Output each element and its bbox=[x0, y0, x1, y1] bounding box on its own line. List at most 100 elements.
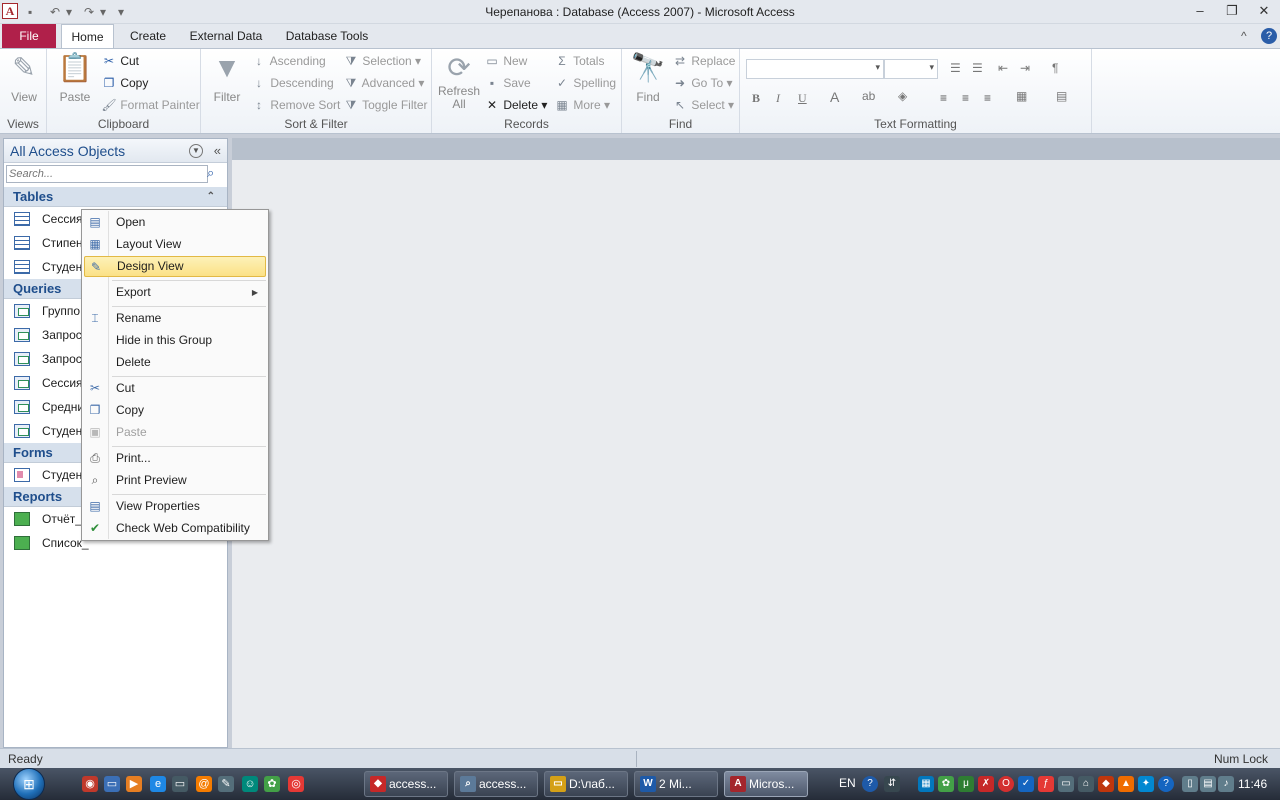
menu-item-export[interactable]: Export ▶ bbox=[84, 282, 266, 303]
new-record-button[interactable]: ▭ New bbox=[484, 51, 527, 71]
increase-indent-icon[interactable]: ⇥ bbox=[1020, 61, 1030, 75]
network-tray-icon[interactable]: ▦ bbox=[918, 776, 934, 792]
cut-button[interactable]: ✂ Cut bbox=[101, 51, 139, 71]
filter-button[interactable]: ▼ Filter bbox=[209, 51, 245, 104]
mail-icon[interactable]: @ bbox=[196, 776, 212, 792]
menu-item-cut[interactable]: ✂ Cut bbox=[84, 378, 266, 399]
tray-app-icon-8[interactable]: ▯ bbox=[1182, 776, 1198, 792]
underline-button[interactable]: U bbox=[798, 91, 807, 106]
delete-record-button[interactable]: ✕ Delete ▾ bbox=[484, 95, 547, 115]
bullets-icon[interactable]: ☰ bbox=[950, 61, 961, 75]
bluetooth-tray-icon[interactable]: ✦ bbox=[1138, 776, 1154, 792]
tray-app-icon[interactable]: ✗ bbox=[978, 776, 994, 792]
more-button[interactable]: ▦ More ▾ bbox=[554, 95, 610, 115]
menu-item-view-properties[interactable]: ▤ View Properties bbox=[84, 496, 266, 517]
chrome-icon[interactable]: ◎ bbox=[288, 776, 304, 792]
taskbar-button-folder[interactable]: ▭ D:\лаб... bbox=[544, 771, 628, 797]
goto-button[interactable]: ➜ Go To ▾ bbox=[672, 73, 733, 93]
toggle-filter-button[interactable]: ⧩ Toggle Filter bbox=[343, 95, 428, 115]
menu-item-design-view[interactable]: ✎ Design View bbox=[84, 256, 266, 277]
notepad-icon[interactable]: ✎ bbox=[218, 776, 234, 792]
font-color-icon[interactable]: A bbox=[830, 89, 839, 105]
tray-app-icon-7[interactable]: ? bbox=[1158, 776, 1174, 792]
media-player-icon[interactable]: ▶ bbox=[126, 776, 142, 792]
icq-icon[interactable]: ✿ bbox=[264, 776, 280, 792]
gridlines-icon[interactable]: ▦ bbox=[1016, 89, 1027, 103]
menu-item-delete[interactable]: Delete bbox=[84, 352, 266, 373]
show-desktop-icon[interactable]: ▭ bbox=[104, 776, 120, 792]
save-record-button[interactable]: ▪ Save bbox=[484, 73, 531, 93]
start-button[interactable]: ⊞ bbox=[8, 768, 50, 800]
tray-app-icon-2[interactable]: ✓ bbox=[1018, 776, 1034, 792]
numbering-icon[interactable]: ☰ bbox=[972, 61, 983, 75]
paragraph-direction-icon[interactable]: ¶ bbox=[1052, 61, 1058, 75]
utorrent-tray-icon[interactable]: μ bbox=[958, 776, 974, 792]
totals-button[interactable]: Σ Totals bbox=[554, 51, 604, 71]
copy-button[interactable]: ❐ Copy bbox=[101, 73, 149, 93]
paste-button[interactable]: 📋 Paste bbox=[57, 51, 93, 104]
align-right-icon[interactable]: ≡ bbox=[984, 91, 991, 105]
volume-icon[interactable]: ♪ bbox=[1218, 776, 1234, 792]
menu-item-copy[interactable]: ❐ Copy bbox=[84, 400, 266, 421]
font-size-dropdown[interactable]: ▾ bbox=[884, 59, 938, 79]
shutter-bar-collapse-icon[interactable]: « bbox=[214, 139, 221, 163]
align-center-icon[interactable]: ≡ bbox=[962, 91, 969, 105]
format-painter-button[interactable]: 🖌 Format Painter bbox=[101, 95, 199, 115]
network-icon[interactable]: ▤ bbox=[1200, 776, 1216, 792]
menu-item-print-preview[interactable]: ⌕ Print Preview bbox=[84, 470, 266, 491]
clock[interactable]: 11:46 bbox=[1238, 777, 1267, 791]
menu-item-rename[interactable]: ⌶ Rename bbox=[84, 308, 266, 329]
selection-button[interactable]: ⧩ Selection ▾ bbox=[343, 51, 421, 71]
menu-item-layout-view[interactable]: ▦ Layout View bbox=[84, 234, 266, 255]
menu-item-hide-in-group[interactable]: Hide in this Group bbox=[84, 330, 266, 351]
menu-item-print[interactable]: ⎙ Print... bbox=[84, 448, 266, 469]
messenger-icon[interactable]: ☺ bbox=[242, 776, 258, 792]
alternate-row-color-icon[interactable]: ▤ bbox=[1056, 89, 1067, 103]
tab-home[interactable]: Home bbox=[61, 24, 114, 49]
font-name-dropdown[interactable]: ▾ bbox=[746, 59, 884, 79]
taskbar-button-access-2[interactable]: ⌕ access... bbox=[454, 771, 538, 797]
remove-sort-button[interactable]: ↕ Remove Sort bbox=[251, 95, 340, 115]
language-indicator[interactable]: EN bbox=[839, 776, 856, 790]
tray-app-icon-3[interactable]: ▭ bbox=[1058, 776, 1074, 792]
italic-button[interactable]: I bbox=[776, 91, 780, 106]
fill-color-icon[interactable]: ◈ bbox=[898, 89, 907, 103]
nav-search-input[interactable] bbox=[6, 165, 208, 183]
menu-item-check-web-compatibility[interactable]: ✔ Check Web Compatibility bbox=[84, 518, 266, 539]
minimize-icon[interactable]: – bbox=[1188, 2, 1212, 20]
nav-menu-dropdown-icon[interactable]: ▼ bbox=[189, 144, 203, 158]
taskbar-button-microsoft-access[interactable]: A Micros... bbox=[724, 771, 808, 797]
highlight-icon[interactable]: ab bbox=[862, 89, 875, 103]
internet-explorer-icon[interactable]: e bbox=[150, 776, 166, 792]
taskbar-button-word[interactable]: W2 Mi... bbox=[634, 771, 718, 797]
tab-external-data[interactable]: External Data bbox=[184, 24, 268, 48]
tab-create[interactable]: Create bbox=[122, 24, 174, 48]
opera-tray-icon[interactable]: O bbox=[998, 776, 1014, 792]
refresh-all-button[interactable]: ⟳ Refresh All bbox=[438, 51, 480, 111]
taskbar-button-access-1[interactable]: ◆ access... bbox=[364, 771, 448, 797]
minimize-ribbon-icon[interactable]: ^ bbox=[1241, 29, 1247, 43]
search-icon[interactable]: ⌕ bbox=[207, 165, 223, 183]
nav-group-tables[interactable]: Tables ⌃ bbox=[4, 187, 227, 207]
tray-app-icon-6[interactable]: ▲ bbox=[1118, 776, 1134, 792]
help-icon[interactable]: ? bbox=[1261, 28, 1277, 44]
bold-button[interactable]: B bbox=[752, 91, 760, 106]
collapse-group-icon[interactable]: ⌃ bbox=[207, 187, 215, 207]
find-button[interactable]: 🔭 Find bbox=[630, 51, 666, 104]
align-left-icon[interactable]: ≡ bbox=[940, 91, 947, 105]
descending-button[interactable]: ↓ Descending bbox=[251, 73, 334, 93]
decrease-indent-icon[interactable]: ⇤ bbox=[998, 61, 1008, 75]
flash-tray-icon[interactable]: ƒ bbox=[1038, 776, 1054, 792]
replace-button[interactable]: ⇄ Replace bbox=[672, 51, 735, 71]
icq-tray-icon[interactable]: ✿ bbox=[938, 776, 954, 792]
tab-file[interactable]: File bbox=[2, 24, 56, 48]
quicklaunch-app-icon[interactable]: ◉ bbox=[82, 776, 98, 792]
tray-app-icon-5[interactable]: ◆ bbox=[1098, 776, 1114, 792]
window-switcher-icon[interactable]: ▭ bbox=[172, 776, 188, 792]
close-icon[interactable]: ✕ bbox=[1252, 2, 1276, 20]
ascending-button[interactable]: ↓ Ascending bbox=[251, 51, 326, 71]
tray-app-icon-4[interactable]: ⌂ bbox=[1078, 776, 1094, 792]
spelling-button[interactable]: ✓ Spelling bbox=[554, 73, 616, 93]
help-tray-icon[interactable]: ? bbox=[862, 776, 878, 792]
menu-item-open[interactable]: ▤ Open bbox=[84, 212, 266, 233]
